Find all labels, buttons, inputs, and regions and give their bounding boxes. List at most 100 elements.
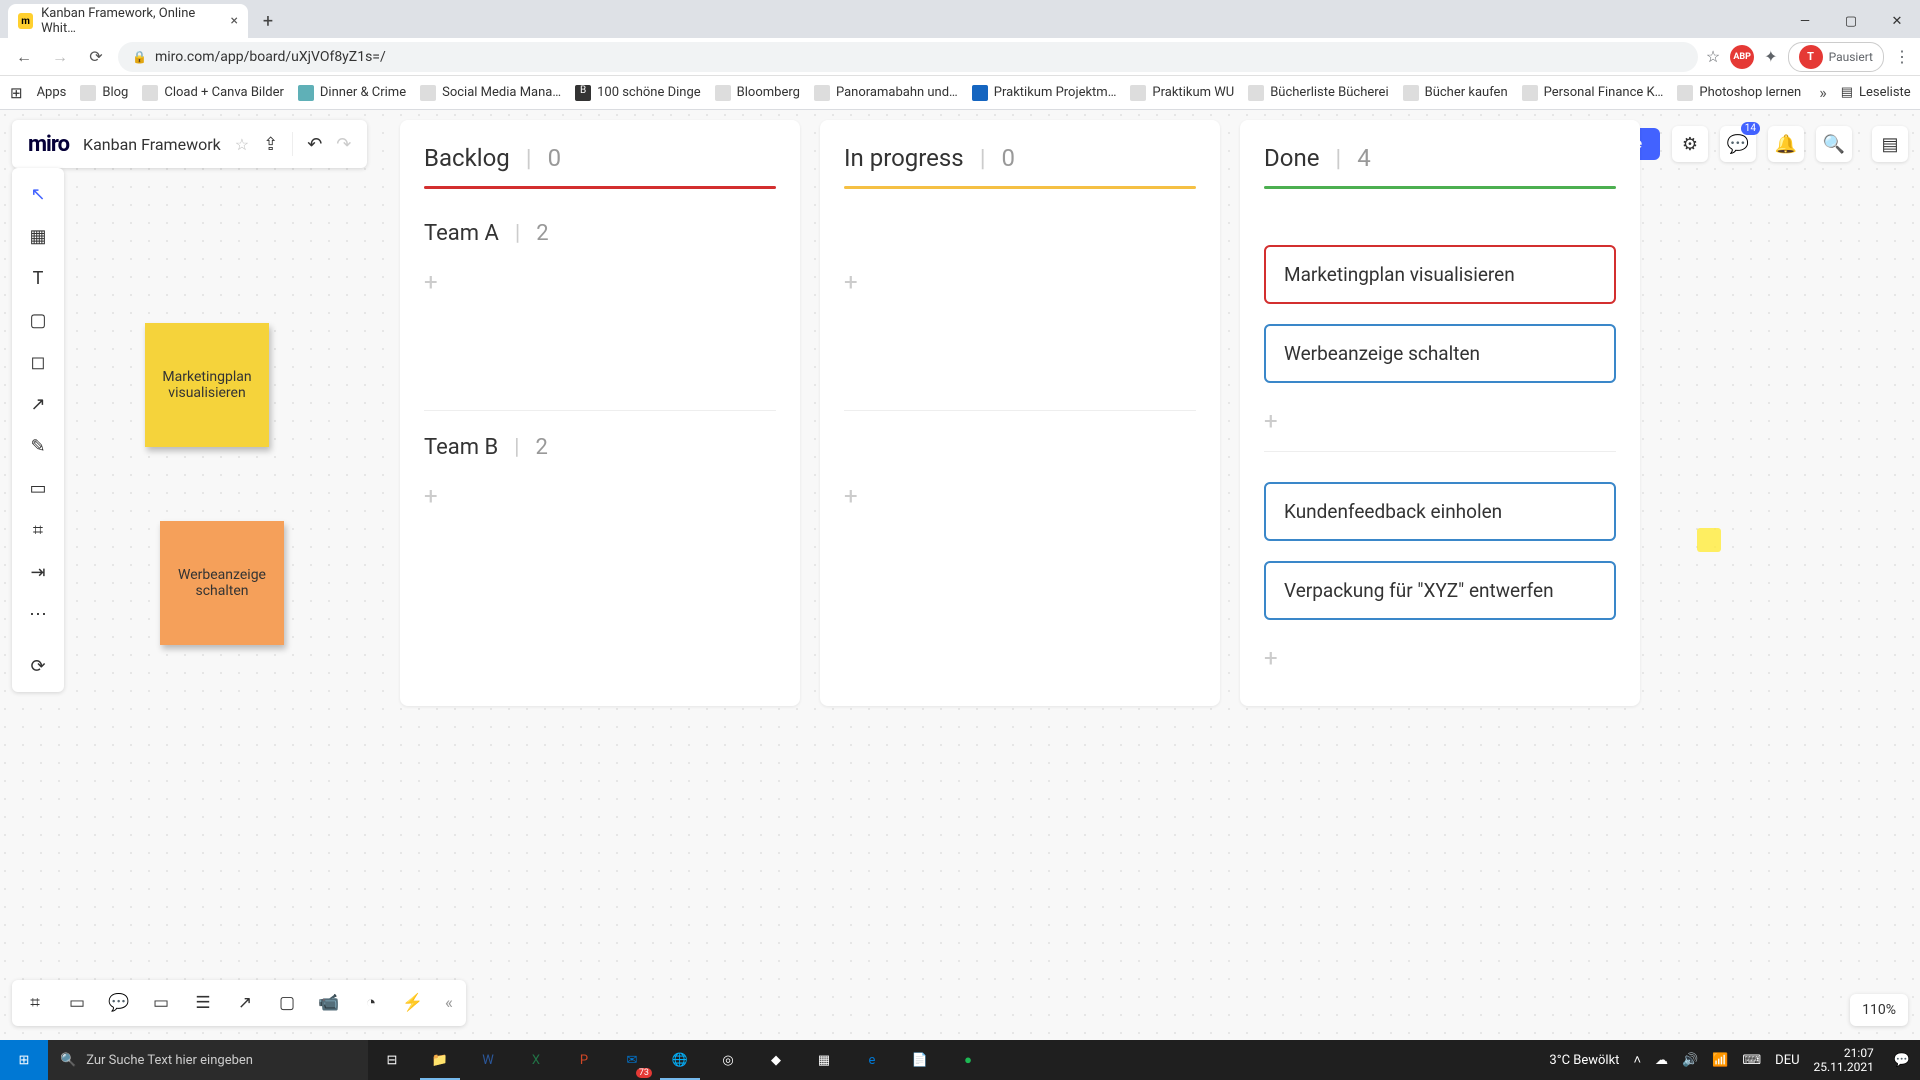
app-icon[interactable]: ◆ — [752, 1040, 800, 1080]
onedrive-icon[interactable]: ☁ — [1655, 1053, 1668, 1068]
minimize-icon[interactable]: — — [1782, 4, 1828, 38]
close-tab-icon[interactable]: × — [231, 13, 238, 29]
cards-icon[interactable]: ▭ — [142, 984, 180, 1022]
undo-icon[interactable]: ↶ — [307, 134, 322, 155]
task-view-icon[interactable]: ⊟ — [368, 1040, 416, 1080]
ai-tool-icon[interactable]: ⟳ — [18, 646, 58, 686]
add-card-button[interactable]: + — [844, 264, 1196, 300]
weather-widget[interactable]: 3°C Bewölkt — [1549, 1053, 1619, 1068]
frames-icon[interactable]: ⌗ — [16, 984, 54, 1022]
comments-icon[interactable]: 💬14 — [1720, 126, 1756, 162]
reload-icon[interactable]: ⟳ — [82, 43, 110, 71]
notepad-icon[interactable]: 📄 — [896, 1040, 944, 1080]
word-icon[interactable]: W — [464, 1040, 512, 1080]
abp-extension-icon[interactable]: ABP — [1730, 45, 1754, 69]
kanban-column-inprogress[interactable]: In progress | 0 . + . + — [820, 120, 1220, 706]
kanban-column-backlog[interactable]: Backlog | 0 Team A | 2 + Team B | 2 — [400, 120, 800, 706]
add-card-button[interactable]: + — [424, 264, 776, 300]
timer-icon[interactable]: ◔ — [352, 984, 390, 1022]
bookmark-item[interactable]: Praktikum Projektm… — [972, 85, 1117, 101]
taskbar-search[interactable]: 🔍 Zur Suche Text hier eingeben — [48, 1040, 368, 1080]
bookmark-item[interactable]: B100 schöne Dinge — [575, 85, 701, 101]
bookmark-item[interactable]: Dinner & Crime — [298, 85, 406, 101]
close-window-icon[interactable]: ✕ — [1874, 4, 1920, 38]
add-card-button[interactable]: + — [424, 478, 776, 514]
bookmarks-overflow-icon[interactable]: » — [1819, 83, 1827, 102]
sticky-note[interactable]: Marketingplan visualisieren — [145, 323, 269, 447]
settings-icon[interactable]: ⚙ — [1672, 126, 1708, 162]
miro-canvas[interactable]: miro Kanban Framework ☆ ⇪ ↶ ↷ ↖ ✨ T Shar… — [0, 110, 1920, 1040]
screen-icon[interactable]: ▢ — [268, 984, 306, 1022]
edge-icon[interactable]: e — [848, 1040, 896, 1080]
export-icon[interactable]: ⇪ — [263, 134, 278, 155]
upload-tool-icon[interactable]: ⇥ — [18, 552, 58, 592]
maximize-icon[interactable]: ▢ — [1828, 4, 1874, 38]
obs-icon[interactable]: ◎ — [704, 1040, 752, 1080]
menu-icon[interactable]: ⋮ — [1894, 47, 1910, 66]
wifi-icon[interactable]: 📶 — [1712, 1053, 1728, 1068]
comment-tool-icon[interactable]: ▭ — [18, 468, 58, 508]
list-icon[interactable]: ☰ — [184, 984, 222, 1022]
board-name[interactable]: Kanban Framework — [83, 135, 221, 154]
powerpoint-icon[interactable]: P — [560, 1040, 608, 1080]
extensions-icon[interactable]: ✦ — [1764, 47, 1777, 66]
notifications-tray-icon[interactable]: 💬 — [1894, 1053, 1910, 1068]
start-button[interactable]: ⊞ — [0, 1040, 48, 1080]
add-card-button[interactable]: + — [1264, 403, 1616, 439]
add-card-button[interactable]: + — [1264, 640, 1616, 676]
new-tab-button[interactable]: + — [254, 7, 282, 35]
bookmark-item[interactable]: Personal Finance K… — [1522, 85, 1664, 101]
bookmark-item[interactable]: Blog — [80, 85, 128, 101]
language-indicator[interactable]: DEU — [1775, 1053, 1799, 1068]
spotify-icon[interactable]: ● — [944, 1040, 992, 1080]
redo-icon[interactable]: ↷ — [336, 134, 351, 155]
back-icon[interactable]: ← — [10, 43, 38, 71]
bookmark-item[interactable]: Social Media Mana… — [420, 85, 561, 101]
app-icon[interactable]: ▦ — [800, 1040, 848, 1080]
miro-logo[interactable]: miro — [28, 132, 69, 157]
bookmark-item[interactable]: Praktikum WU — [1130, 85, 1234, 101]
sticky-tool-icon[interactable]: ▢ — [18, 300, 58, 340]
bookmark-item[interactable]: Bücherliste Bücherei — [1248, 85, 1388, 101]
search-icon[interactable]: 🔍 — [1816, 126, 1852, 162]
mail-icon[interactable]: ✉73 — [608, 1040, 656, 1080]
clock[interactable]: 21:07 25.11.2021 — [1814, 1046, 1880, 1075]
collapse-icon[interactable]: « — [436, 984, 462, 1022]
excel-icon[interactable]: X — [512, 1040, 560, 1080]
notifications-icon[interactable]: 🔔 — [1768, 126, 1804, 162]
keyboard-icon[interactable]: ⌨ — [1742, 1053, 1761, 1068]
url-input[interactable]: 🔒 miro.com/app/board/uXjVOf8yZ1s=/ — [118, 42, 1698, 72]
add-card-button[interactable]: + — [844, 478, 1196, 514]
kanban-card[interactable]: Werbeanzeige schalten — [1264, 324, 1616, 383]
text-tool-icon[interactable]: T — [18, 258, 58, 298]
tray-chevron-icon[interactable]: ˄ — [1633, 1052, 1641, 1068]
comments-panel-icon[interactable]: 💬 — [100, 984, 138, 1022]
profile-button[interactable]: T Pausiert — [1788, 42, 1884, 72]
kanban-column-done[interactable]: Done | 4 Marketingplan visualisieren Wer… — [1240, 120, 1640, 706]
bookmark-item[interactable]: Bloomberg — [715, 85, 800, 101]
templates-tool-icon[interactable]: ▦ — [18, 216, 58, 256]
browser-tab[interactable]: m Kanban Framework, Online Whit… × — [8, 4, 248, 38]
shape-tool-icon[interactable]: ◻ — [18, 342, 58, 382]
frame-tool-icon[interactable]: ⌗ — [18, 510, 58, 550]
star-board-icon[interactable]: ☆ — [235, 135, 249, 154]
bookmark-item[interactable]: Bücher kaufen — [1403, 85, 1508, 101]
bolt-icon[interactable]: ⚡ — [394, 984, 432, 1022]
share-panel-icon[interactable]: ↗ — [226, 984, 264, 1022]
chrome-icon[interactable]: 🌐 — [656, 1040, 704, 1080]
kanban-card[interactable]: Kundenfeedback einholen — [1264, 482, 1616, 541]
bookmark-item[interactable]: Photoshop lernen — [1677, 85, 1801, 101]
star-icon[interactable]: ☆ — [1706, 47, 1720, 66]
pen-tool-icon[interactable]: ✎ — [18, 426, 58, 466]
forward-icon[interactable]: → — [46, 43, 74, 71]
kanban-card[interactable]: Verpackung für "XYZ" entwerfen — [1264, 561, 1616, 620]
volume-icon[interactable]: 🔊 — [1682, 1053, 1698, 1068]
activity-icon[interactable]: ▤ — [1872, 126, 1908, 162]
kanban-card[interactable]: Marketingplan visualisieren — [1264, 245, 1616, 304]
apps-icon[interactable]: ⊞ — [10, 84, 23, 102]
zoom-level[interactable]: 110% — [1850, 994, 1908, 1026]
present-icon[interactable]: ▭ — [58, 984, 96, 1022]
bookmark-item[interactable]: Apps — [37, 85, 67, 100]
bookmark-item[interactable]: Cload + Canva Bilder — [142, 85, 284, 101]
record-icon[interactable]: 📹 — [310, 984, 348, 1022]
